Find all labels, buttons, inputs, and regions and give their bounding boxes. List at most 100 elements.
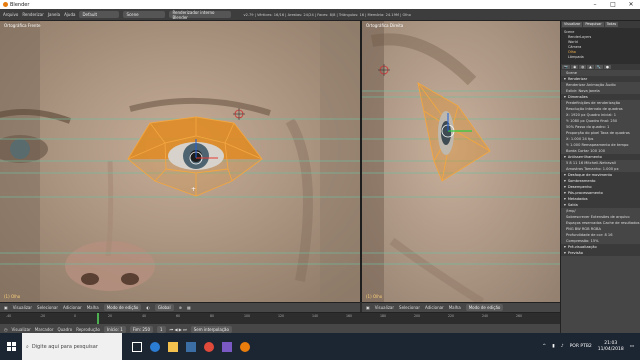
volume-icon[interactable]: ♪ [561,344,564,349]
panel-row-label: Desfoque de movimento [567,173,613,177]
panel-row-label: Dimensões [567,95,588,99]
render-engine-select[interactable]: Renderizador interno Blender [169,10,232,20]
timeline-tick-label: 60 [176,314,181,318]
keying-select[interactable]: Sem interpolação [190,325,232,333]
expand-triangle-icon: ▾ [564,173,566,177]
notifications-icon[interactable]: ▭ [630,344,634,349]
play-controls-icon[interactable]: ⏮ ◀ ▶ ⏭ [170,327,187,332]
menu-marker[interactable]: Marcador [35,327,54,332]
menu-frame[interactable]: Quadro [58,327,73,332]
menu-add[interactable]: Adicionar [63,305,82,310]
media-icon[interactable] [222,341,232,352]
panel-row-label: Metadados [567,197,588,201]
timeline-ruler[interactable]: -40 -20 0 20 40 60 80 100 120 140 160 180 200 220 240 2… [0,313,560,324]
expand-triangle-icon: ▾ [564,203,566,207]
menu-mesh[interactable]: Malha [87,305,99,310]
screen-layout-select[interactable]: Default [79,11,120,18]
tray-chevron-icon[interactable]: ^ [542,344,546,349]
tab-all[interactable]: Todas [604,22,619,27]
panel-row-label: Resolução Intervalo de quadros [566,107,623,111]
render-tab-icon[interactable]: 📷 [562,65,571,69]
world-tab-icon[interactable]: ◍ [579,65,587,69]
clock-date: 11/04/2018 [597,346,624,352]
clock[interactable]: 21:03 11/04/2018 [598,341,624,353]
start-frame-field[interactable]: Início: 1 [103,325,126,333]
expand-triangle-icon: ▾ [564,77,566,81]
menu-view[interactable]: Visualizar [13,305,32,310]
menu-help[interactable]: Ajuda [64,12,75,17]
panel-row-label: Scene [566,71,577,75]
maximize-button[interactable]: □ [604,1,622,8]
tab-search[interactable]: Pesquisar [583,22,604,27]
menu-view-timeline[interactable]: Visualizar [12,327,31,332]
task-view-icon[interactable] [132,341,142,352]
chrome-icon[interactable] [204,341,214,352]
timeline-tick-label: 20 [108,314,113,318]
network-icon[interactable]: ▮ [552,344,554,349]
timeline-tick-label: 240 [482,314,489,318]
expand-triangle-icon: ▾ [564,95,566,99]
object-tab-icon[interactable]: ▲ [587,65,594,69]
file-explorer-icon[interactable] [168,341,178,352]
timeline-tick-label: 100 [244,314,251,318]
mode-select-side[interactable]: Modo de edição [465,304,504,311]
menu-select[interactable]: Selecionar [37,305,58,310]
edge-icon[interactable] [150,341,160,352]
system-tray: ^ ▮ ♪ POR PTB2 21:03 11/04/2018 ▭ [542,341,640,353]
menu-select-side[interactable]: Selecionar [399,305,420,310]
modifier-tab-icon[interactable]: 🔧 [594,65,604,69]
scene-select[interactable]: Scene [123,11,166,18]
menu-playback[interactable]: Reprodução [76,327,100,332]
layers-icon[interactable]: ▦ [187,305,191,310]
outliner: Scene RenderLayers World Câmera Olho Lâm… [561,28,640,64]
panel-row-label: X: 1920 px Quadro inicial: 1 [566,113,617,117]
window-title: Blender [10,1,30,8]
panel-row-label: Renderizar Animação Áudio [566,83,616,87]
timeline-tick-label: 0 [74,314,77,318]
close-button[interactable]: ✕ [622,1,640,8]
outliner-item[interactable]: Lâmpada [564,55,637,60]
panel-row-label: Predefinições de renderização [566,101,621,105]
minimize-button[interactable]: – [586,1,604,8]
viewport-side[interactable]: Ortográfica Direita (1) Olho [362,21,560,302]
timeline-tick-label: 120 [278,314,285,318]
panel-row-label: 5 8 11 16 Mitchell-Netravali [566,161,616,165]
timeline[interactable]: -40 -20 0 20 40 60 80 100 120 140 160 180 200 220 240 2… [0,312,560,334]
store-icon[interactable] [186,341,196,352]
tab-view[interactable]: Visualizar [562,22,583,27]
timeline-tick-label: 200 [414,314,421,318]
timeline-tick-label: -40 [6,314,12,318]
timeline-editor-icon[interactable]: ◷ [4,327,8,332]
menu-render[interactable]: Renderizar [22,12,44,17]
end-frame-field[interactable]: Fim: 250 [129,325,154,333]
os-taskbar: ⌕ Digite aqui para pesquisar ^ ▮ ♪ POR P… [0,333,640,360]
menu-view-side[interactable]: Visualizar [375,305,394,310]
panel-row-label: Sobrescrever Extensões de arquivo [566,215,630,219]
editor-type-icon-side[interactable]: ▣ [366,305,370,310]
panel-section-header[interactable]: ▾ Previsão [561,250,640,256]
material-tab-icon[interactable]: ● [604,65,611,69]
object-name-side: (1) Olho [366,294,383,299]
menu-mesh-side[interactable]: Malha [449,305,461,310]
transform-orientation-select[interactable]: Global [154,304,174,311]
editor-type-icon[interactable]: ▣ [4,305,8,310]
panel-row-label: Desempenho [567,185,592,189]
menu-file[interactable]: Arquivo [3,12,18,17]
menu-window[interactable]: Janela [48,12,60,17]
language-indicator[interactable]: POR PTB2 [570,344,592,349]
panel-row-label: 50% Passo do quadro: 1 [566,125,610,129]
blender-taskbar-icon[interactable] [240,341,250,352]
current-frame-marker[interactable] [97,313,99,324]
taskbar-search[interactable]: ⌕ Digite aqui para pesquisar [22,333,122,360]
snap-icon[interactable]: ⊕ [179,305,182,310]
viewport-front[interactable]: + Ortográfica Frente (1) Olho [0,21,360,302]
scene-tab-icon[interactable]: ◉ [571,65,579,69]
mode-select[interactable]: Modo de edição [103,304,142,311]
panel-row-label: Saída [567,203,578,207]
current-frame-field[interactable]: 1 [157,325,166,333]
shading-icon[interactable]: ◐ [146,305,150,310]
menu-add-side[interactable]: Adicionar [425,305,444,310]
scene-stats: v2.79 | Vértices: 16/16 | Arestas: 24/24… [243,12,411,17]
search-placeholder: Digite aqui para pesquisar [31,343,98,350]
start-button[interactable] [0,333,22,360]
